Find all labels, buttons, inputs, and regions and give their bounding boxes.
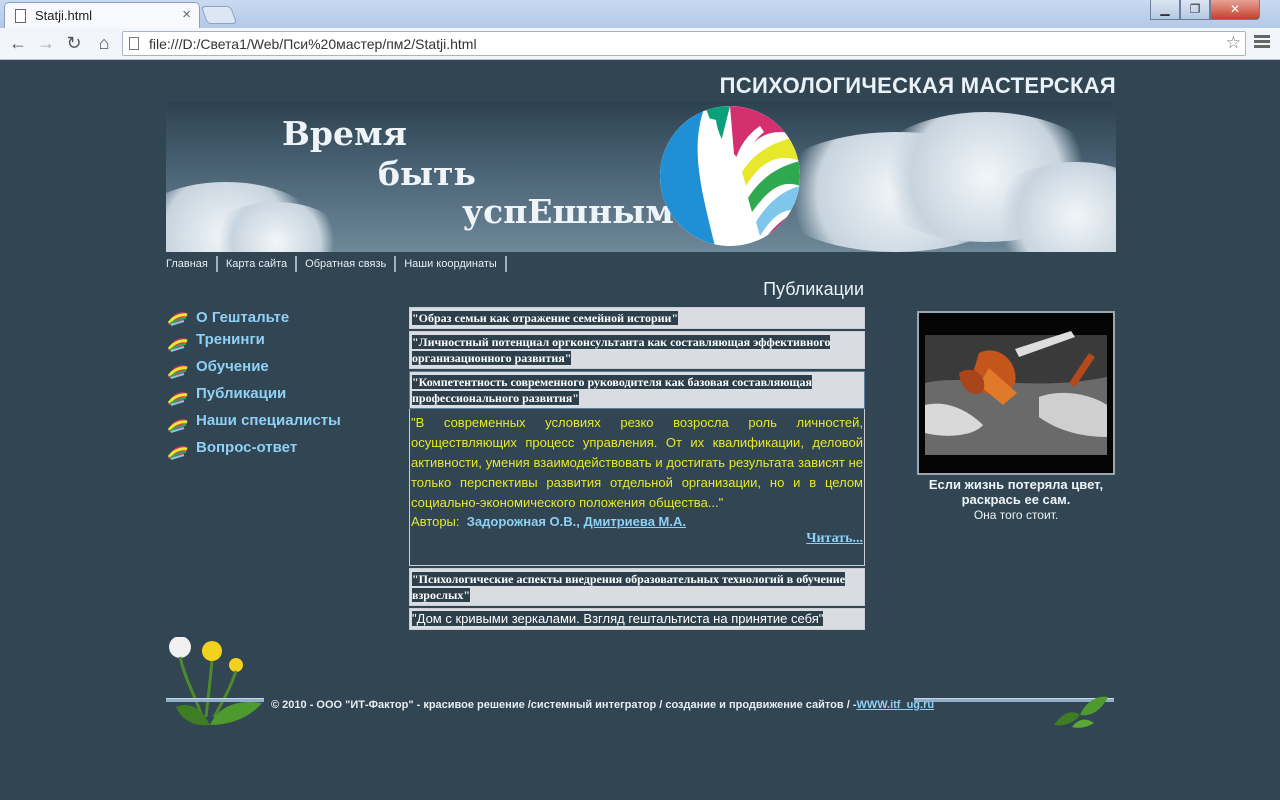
- nav-contacts-link[interactable]: Наши координаты: [404, 256, 507, 272]
- publication-item-expanded[interactable]: "Компетентность современного руководител…: [409, 371, 865, 409]
- developer-link[interactable]: WWW.itf_ug.ru: [856, 699, 934, 711]
- painting-hands-photo: [917, 311, 1115, 475]
- slogan-line-1: Время: [282, 114, 408, 153]
- slogan-line-3: успЕшным: [462, 192, 674, 231]
- leaf-bullet-icon: [167, 312, 188, 326]
- authors-separator: ,: [576, 514, 580, 529]
- nav-sitemap-link[interactable]: Карта сайта: [226, 256, 298, 272]
- leaf-bullet-icon: [167, 446, 188, 460]
- new-tab-button[interactable]: [200, 6, 238, 24]
- photo-caption: Если жизнь потеряла цвет, раскрась ее са…: [905, 477, 1127, 523]
- sidebar-item-label: Публикации: [196, 385, 287, 402]
- sidebar-item-label: Обучение: [196, 358, 269, 375]
- leaf-bullet-icon: [167, 365, 188, 379]
- leaf-bullet-icon: [167, 419, 188, 433]
- url-text[interactable]: file:///D:/Света1/Web/Пси%20мастер/пм2/S…: [149, 36, 477, 52]
- publication-item[interactable]: "Психологические аспекты внедрения образ…: [409, 568, 865, 606]
- header-banner: Время быть успЕшным: [166, 102, 1116, 252]
- caption-line-1: Если жизнь потеряла цвет, раскрась ее са…: [928, 477, 1104, 507]
- grass-icon: [1054, 696, 1108, 728]
- file-icon: [129, 37, 139, 50]
- minimize-button[interactable]: ▁: [1150, 0, 1180, 20]
- slogan-line-2: быть: [378, 154, 476, 193]
- menu-icon[interactable]: [1254, 35, 1270, 50]
- reload-icon[interactable]: ↻: [62, 32, 86, 56]
- browser-toolbar: ← → ↻ ⌂ file:///D:/Света1/Web/Пси%20маст…: [0, 28, 1280, 60]
- dandelion-icon: [169, 637, 262, 726]
- leaf-bullet-icon: [167, 392, 188, 406]
- tree-logo: [660, 106, 800, 246]
- author-link[interactable]: Задорожная О.В.: [467, 514, 577, 529]
- footer: © 2010 - ООО "ИТ-Фактор" - красивое реше…: [166, 637, 1116, 737]
- publication-title[interactable]: "Компетентность современного руководител…: [412, 375, 813, 405]
- author-link[interactable]: Дмитриева М.А.: [584, 514, 687, 529]
- read-more-link[interactable]: Читать...: [411, 531, 863, 547]
- publication-abstract: "В современных условиях резко возросла р…: [411, 415, 863, 510]
- leaf-bullet-icon: [167, 338, 188, 352]
- caption-line-2: Она того стоит.: [973, 508, 1059, 522]
- sidebar-item-label: Вопрос-ответ: [196, 439, 298, 456]
- tab-title: Statji.html: [35, 8, 93, 23]
- page-icon: [15, 9, 26, 23]
- browser-titlebar: Statji.html × ▁ ❐ ✕: [0, 0, 1280, 28]
- page-content: ПСИХОЛОГИЧЕСКАЯ МАСТЕРСКАЯ Время быть ус…: [0, 61, 1280, 800]
- publication-authors: Авторы: Задорожная О.В., Дмитриева М.А.: [411, 513, 863, 531]
- copyright-label: © 2010 - ООО "ИТ-Фактор" - красивое реше…: [271, 699, 857, 711]
- close-window-button[interactable]: ✕: [1210, 0, 1260, 20]
- publication-item[interactable]: "Образ семьи как отражение семейной исто…: [409, 307, 865, 329]
- sidebar-item-label: Тренинги: [196, 331, 265, 348]
- publication-title[interactable]: "Личностный потенциал оргконсультанта ка…: [412, 335, 831, 365]
- bookmark-star-icon[interactable]: ☆: [1226, 33, 1241, 53]
- publication-item[interactable]: "Личностный потенциал оргконсультанта ка…: [409, 331, 865, 369]
- close-tab-icon[interactable]: ×: [182, 6, 191, 23]
- maximize-button[interactable]: ❐: [1180, 0, 1210, 20]
- publication-item[interactable]: "Дом с кривыми зеркалами. Взгляд гешталь…: [409, 608, 865, 630]
- publication-title[interactable]: "Психологические аспекты внедрения образ…: [412, 572, 846, 602]
- site-title: ПСИХОЛОГИЧЕСКАЯ МАСТЕРСКАЯ: [719, 73, 1116, 98]
- publications-list: "Образ семьи как отражение семейной исто…: [409, 307, 865, 632]
- page-title: Публикации: [763, 279, 864, 299]
- home-icon[interactable]: ⌂: [92, 32, 116, 56]
- back-arrow-icon[interactable]: ←: [6, 32, 30, 56]
- publication-title[interactable]: "Дом с кривыми зеркалами. Взгляд гешталь…: [412, 611, 824, 626]
- browser-tab[interactable]: Statji.html ×: [4, 2, 200, 28]
- authors-label: Авторы:: [411, 514, 460, 529]
- top-navigation: Главная Карта сайта Обратная связь Наши …: [166, 256, 515, 274]
- footer-divider: [166, 698, 264, 702]
- publication-details: "В современных условиях резко возросла р…: [409, 409, 865, 566]
- copyright-text: © 2010 - ООО "ИТ-Фактор" - красивое реше…: [271, 699, 934, 711]
- sidebar-item-label: Наши специалисты: [196, 412, 341, 429]
- publication-title[interactable]: "Образ семьи как отражение семейной исто…: [412, 311, 679, 325]
- sidebar-item-label: О Гештальте: [196, 309, 290, 326]
- forward-arrow-icon[interactable]: →: [34, 32, 58, 56]
- address-bar[interactable]: file:///D:/Света1/Web/Пси%20мастер/пм2/S…: [122, 31, 1246, 56]
- nav-home-link[interactable]: Главная: [166, 256, 218, 272]
- nav-feedback-link[interactable]: Обратная связь: [305, 256, 397, 272]
